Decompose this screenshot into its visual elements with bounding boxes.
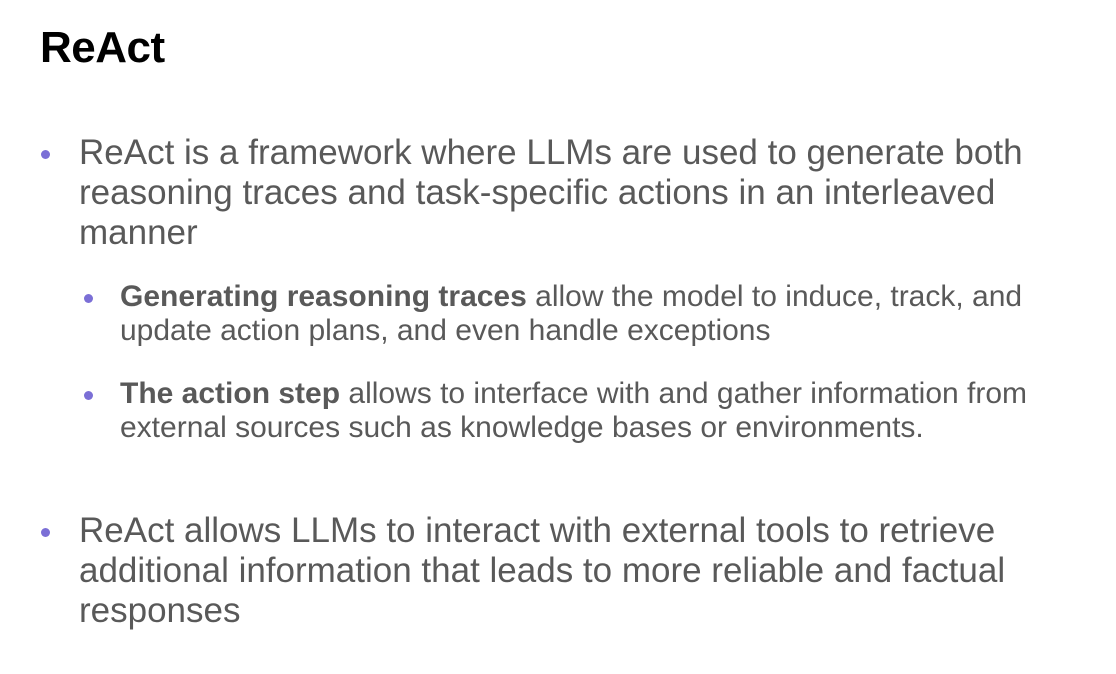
- bullet-text: ReAct allows LLMs to interact with exter…: [79, 511, 1006, 630]
- bullet-text: ReAct is a framework where LLMs are used…: [79, 133, 1023, 252]
- slide: ReAct ReAct is a framework where LLMs ar…: [0, 0, 1116, 674]
- bullet-dot-icon: [41, 528, 50, 537]
- bullet-react-tools: ReAct allows LLMs to interact with exter…: [41, 511, 1089, 631]
- sub-bullet-action-step: The action step allows to interface with…: [84, 377, 1115, 445]
- bullet-bold-lead: Generating reasoning traces: [120, 280, 527, 313]
- sub-bullet-reasoning-traces: Generating reasoning traces allow the mo…: [84, 280, 1115, 348]
- bullet-dot-icon: [41, 150, 50, 159]
- bullet-bold-lead: The action step: [120, 377, 341, 410]
- bullet-text: Generating reasoning traces allow the mo…: [120, 280, 1115, 348]
- slide-title: ReAct: [40, 23, 165, 72]
- bullet-text: The action step allows to interface with…: [120, 377, 1115, 445]
- bullet-react-definition: ReAct is a framework where LLMs are used…: [41, 133, 1089, 253]
- bullet-dot-icon: [84, 391, 93, 400]
- bullet-dot-icon: [84, 294, 93, 303]
